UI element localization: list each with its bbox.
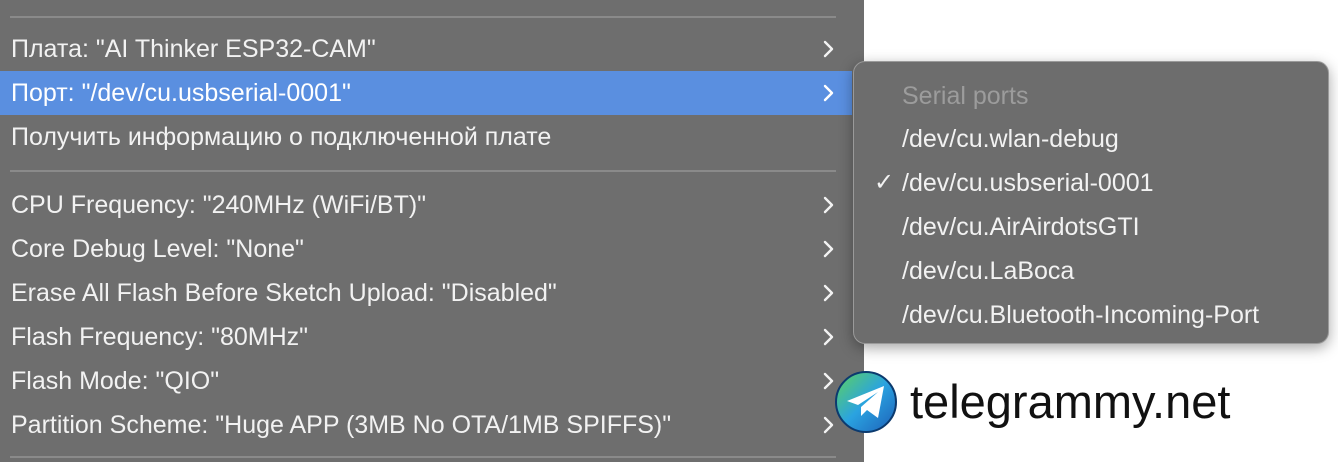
menu-item-erase-flash[interactable]: Erase All Flash Before Sketch Upload: "D…: [0, 271, 852, 315]
chevron-right-icon: [823, 196, 834, 214]
checkmark-icon: ✓: [874, 169, 895, 196]
chevron-right-icon: [823, 284, 834, 302]
menu-item-label: Flash Mode: "QIO": [11, 366, 220, 395]
board-context-menu: Плата: "AI Thinker ESP32-CAM" Порт: "/de…: [0, 0, 864, 462]
menu-item-label: Erase All Flash Before Sketch Upload: "D…: [11, 278, 557, 307]
menu-item-board[interactable]: Плата: "AI Thinker ESP32-CAM": [0, 27, 852, 71]
menu-item-flash-mode[interactable]: Flash Mode: "QIO": [0, 359, 852, 403]
chevron-right-icon: [823, 240, 834, 258]
menu-item-label: Core Debug Level: "None": [11, 234, 304, 263]
chevron-right-icon: [823, 40, 834, 58]
menu-item-board-info[interactable]: Получить информацию о подключенной плате: [0, 115, 852, 159]
chevron-right-icon: [823, 328, 834, 346]
menu-item-label: Partition Scheme: "Huge APP (3MB No OTA/…: [11, 410, 672, 439]
submenu-header: Serial ports: [902, 82, 1029, 110]
watermark: telegrammy.net: [834, 370, 1334, 436]
menu-separator: [10, 16, 836, 18]
menu-item-label: Плата: "AI Thinker ESP32-CAM": [11, 34, 376, 63]
menu-separator: [10, 170, 836, 172]
watermark-text: telegrammy.net: [910, 375, 1231, 428]
menu-item-cpu-frequency[interactable]: CPU Frequency: "240MHz (WiFi/BT)": [0, 183, 852, 227]
menu-item-core-debug-level[interactable]: Core Debug Level: "None": [0, 227, 852, 271]
menu-item-label: Получить информацию о подключенной плате: [11, 122, 552, 151]
menu-separator: [10, 456, 836, 458]
port-item-airairdots[interactable]: /dev/cu.AirAirdotsGTI: [902, 207, 1140, 247]
menu-item-label: Порт: "/dev/cu.usbserial-0001": [11, 78, 351, 107]
chevron-right-icon: [823, 84, 834, 102]
menu-item-port[interactable]: Порт: "/dev/cu.usbserial-0001": [0, 71, 852, 115]
port-item-wlan-debug[interactable]: /dev/cu.wlan-debug: [902, 119, 1119, 159]
port-item-bluetooth[interactable]: /dev/cu.Bluetooth-Incoming-Port: [902, 295, 1259, 335]
port-item-usbserial[interactable]: /dev/cu.usbserial-0001: [902, 163, 1154, 203]
port-item-laboca[interactable]: /dev/cu.LaBoca: [902, 251, 1074, 291]
menu-item-label: CPU Frequency: "240MHz (WiFi/BT)": [11, 190, 427, 219]
serial-ports-submenu: Serial ports /dev/cu.wlan-debug ✓ /dev/c…: [853, 61, 1329, 344]
telegram-logo-icon: [835, 371, 897, 433]
menu-item-partition-scheme[interactable]: Partition Scheme: "Huge APP (3MB No OTA/…: [0, 403, 852, 447]
menu-item-label: Flash Frequency: "80MHz": [11, 322, 309, 351]
menu-item-flash-frequency[interactable]: Flash Frequency: "80MHz": [0, 315, 852, 359]
